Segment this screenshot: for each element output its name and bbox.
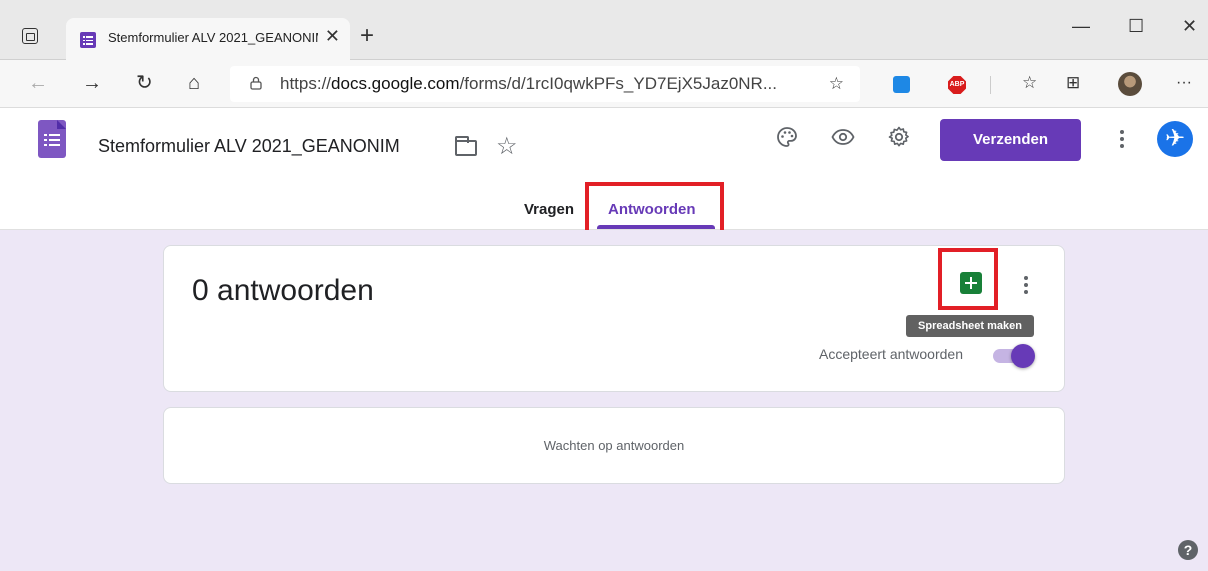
reload-button[interactable]: ↻	[136, 72, 153, 94]
more-options-icon[interactable]	[1113, 130, 1131, 152]
account-avatar[interactable]: ✈	[1157, 121, 1193, 157]
tab-questions[interactable]: Vragen	[524, 201, 574, 218]
responses-area: 0 antwoorden Spreadsheet maken Accepteer…	[0, 230, 1208, 571]
waiting-card: Wachten op antwoorden	[163, 407, 1065, 484]
profile-avatar[interactable]	[1118, 72, 1142, 96]
forward-button[interactable]: →	[82, 72, 102, 94]
adblock-plus-icon[interactable]: ABP	[948, 76, 966, 94]
collections-icon[interactable]: ⊞	[1066, 72, 1080, 94]
favorites-icon[interactable]: ☆	[1022, 72, 1037, 94]
tab-close-icon[interactable]: ✕	[325, 27, 340, 45]
waiting-message: Wachten op antwoorden	[543, 438, 685, 453]
form-title[interactable]: Stemformulier ALV 2021_GEANONIM	[98, 136, 400, 157]
spreadsheet-tooltip: Spreadsheet maken	[906, 315, 1034, 337]
new-tab-button[interactable]: +	[360, 24, 374, 48]
responses-more-icon[interactable]	[1022, 276, 1030, 296]
add-favorite-icon[interactable]: ☆	[829, 74, 844, 94]
settings-more-button[interactable]: ···	[1176, 72, 1192, 94]
spreadsheet-highlight-box	[938, 248, 998, 310]
palette-icon[interactable]	[775, 125, 799, 149]
home-button[interactable]: ⌂	[188, 72, 200, 94]
minimize-button[interactable]: —	[1072, 16, 1090, 37]
address-bar[interactable]: https://docs.google.com/forms/d/1rcI0qwk…	[230, 66, 860, 102]
forms-header: Stemformulier ALV 2021_GEANONIM ☆ Verzen…	[0, 108, 1208, 239]
lock-icon[interactable]	[250, 76, 262, 90]
google-forms-logo-icon[interactable]	[38, 120, 66, 158]
toolbar-separator	[990, 76, 991, 94]
browser-title-bar: Stemformulier ALV 2021_GEANONIM - Google…	[0, 0, 1208, 60]
tab-actions-icon[interactable]	[22, 28, 38, 44]
forms-favicon-icon	[80, 32, 96, 48]
url-text[interactable]: https://docs.google.com/forms/d/1rcI0qwk…	[280, 74, 777, 94]
send-button[interactable]: Verzenden	[940, 119, 1081, 161]
extension-icon[interactable]	[893, 76, 910, 93]
toggle-thumb[interactable]	[1011, 344, 1035, 368]
response-count: 0 antwoorden	[192, 274, 374, 307]
folder-icon[interactable]	[455, 136, 477, 156]
browser-tab[interactable]: Stemformulier ALV 2021_GEANONIM - Google…	[66, 18, 350, 60]
preview-eye-icon[interactable]	[831, 125, 855, 149]
browser-toolbar: ← → ↻ ⌂ https://docs.google.com/forms/d/…	[0, 60, 1208, 108]
maximize-button[interactable]: ☐	[1128, 16, 1144, 37]
star-icon[interactable]: ☆	[496, 132, 518, 161]
back-button[interactable]: ←	[28, 72, 48, 94]
responses-summary-card: 0 antwoorden Spreadsheet maken Accepteer…	[163, 245, 1065, 392]
settings-gear-icon[interactable]	[887, 125, 911, 149]
help-icon[interactable]: ?	[1178, 540, 1198, 560]
accepting-responses-label: Accepteert antwoorden	[819, 346, 963, 362]
close-window-button[interactable]: ✕	[1182, 16, 1197, 37]
tab-title: Stemformulier ALV 2021_GEANONIM - Google…	[108, 30, 318, 45]
